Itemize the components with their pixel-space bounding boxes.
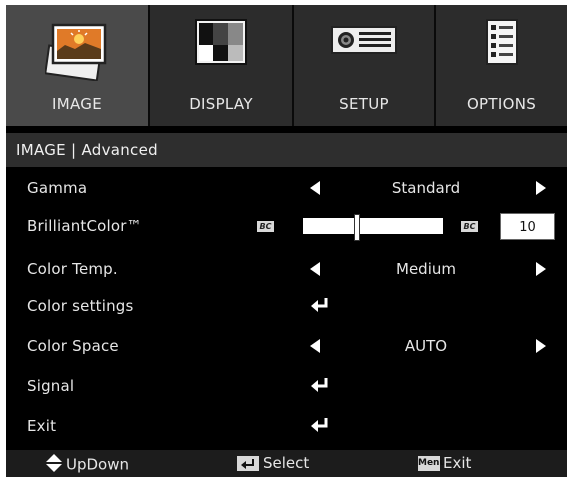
color-settings-label: Color settings (27, 297, 134, 315)
brilliantcolor-label: BrilliantColor™ (27, 217, 142, 235)
tab-setup-label: SETUP (339, 95, 389, 113)
tab-options-label: OPTIONS (466, 95, 537, 113)
row-color-temp[interactable]: Color Temp. Medium (6, 251, 567, 289)
row-gamma[interactable]: Gamma Standard (6, 170, 567, 208)
row-color-space[interactable]: Color Space AUTO (6, 328, 567, 366)
row-signal[interactable]: Signal (6, 368, 567, 406)
tab-bar: IMAGE DISPLAY SETUP OPTIONS (6, 5, 567, 126)
enter-icon[interactable] (311, 377, 329, 397)
hint-updown: UpDown (46, 454, 129, 476)
color-space-value: AUTO (404, 337, 448, 355)
picture-icon (44, 19, 109, 85)
hint-select: Select (237, 454, 309, 472)
brilliantcolor-slider[interactable] (303, 218, 443, 234)
arrow-right-icon[interactable] (536, 262, 546, 280)
gamma-label: Gamma (27, 179, 88, 197)
arrow-right-icon[interactable] (536, 339, 546, 357)
breadcrumb: IMAGE | Advanced (6, 133, 567, 167)
enter-key-icon (237, 456, 259, 471)
osd-menu: IMAGE DISPLAY SETUP OPTIONS IMAGE | Adva… (6, 5, 567, 477)
color-temp-value: Medium (396, 260, 456, 278)
exit-label: Exit (27, 417, 57, 435)
arrow-left-icon[interactable] (310, 181, 320, 199)
row-color-settings[interactable]: Color settings (6, 288, 567, 326)
hint-updown-label: UpDown (66, 455, 130, 474)
tab-options[interactable]: OPTIONS (436, 5, 567, 126)
hint-exit-label: Exit (443, 454, 472, 472)
bc-min-icon: BC (257, 221, 274, 232)
projector-icon (331, 19, 397, 63)
tab-image-label: IMAGE (52, 95, 102, 113)
color-space-label: Color Space (27, 337, 119, 355)
tab-image[interactable]: IMAGE (6, 5, 150, 126)
updown-arrows-icon (46, 454, 62, 476)
bc-max-icon: BC (461, 221, 478, 232)
brilliantcolor-slider-thumb[interactable] (354, 214, 361, 241)
arrow-left-icon[interactable] (310, 262, 320, 280)
display-pattern-icon (195, 19, 247, 69)
row-exit[interactable]: Exit (6, 408, 567, 446)
color-temp-label: Color Temp. (27, 260, 118, 278)
tab-setup[interactable]: SETUP (294, 5, 436, 126)
brilliantcolor-value: 10 (500, 213, 555, 240)
footer-hints: UpDown Select MenuExit (6, 450, 567, 477)
row-brilliantcolor[interactable]: BrilliantColor™ BC BC 10 (6, 208, 567, 246)
arrow-right-icon[interactable] (536, 181, 546, 199)
tab-display[interactable]: DISPLAY (150, 5, 294, 126)
enter-icon[interactable] (311, 417, 329, 437)
arrow-left-icon[interactable] (310, 339, 320, 357)
hint-exit: MenuExit (418, 454, 471, 472)
tab-display-label: DISPLAY (189, 95, 253, 113)
checklist-icon (485, 19, 518, 69)
enter-icon[interactable] (311, 297, 329, 317)
signal-label: Signal (27, 377, 75, 395)
hint-select-label: Select (263, 454, 310, 472)
menu-key-icon: Menu (418, 456, 446, 471)
gamma-value: Standard (391, 179, 461, 197)
